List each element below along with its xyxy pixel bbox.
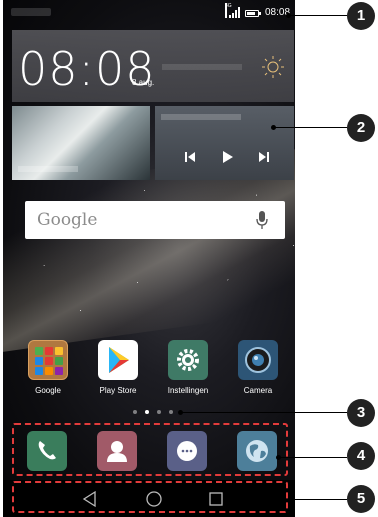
google-folder-icon (28, 340, 68, 380)
music-controls (185, 151, 269, 163)
app-label: Instellingen (167, 386, 209, 395)
sun-icon (262, 56, 284, 78)
clock-location-text (162, 64, 242, 70)
network-type: 4G (225, 3, 232, 18)
signal-icon: 4G (225, 3, 241, 18)
gallery-caption (18, 166, 78, 172)
page-dot[interactable] (145, 410, 149, 414)
play-icon[interactable] (223, 151, 233, 163)
clock-date: 8 aug. (132, 78, 155, 87)
google-search-bar[interactable]: Google (25, 201, 285, 239)
mic-icon[interactable] (255, 210, 269, 230)
previous-icon[interactable] (185, 152, 195, 162)
app-label: Play Store (99, 386, 137, 395)
callout-2: 2 (347, 114, 375, 142)
app-settings[interactable]: Instellingen (153, 340, 223, 395)
battery-icon (245, 10, 261, 17)
clock-weather-widget[interactable]: 08:08 8 aug. (12, 30, 294, 102)
app-play-store[interactable]: Play Store (83, 340, 153, 395)
callout-5: 5 (347, 485, 375, 513)
page-dot[interactable] (133, 410, 137, 414)
app-label: Google (35, 386, 61, 395)
clock-time: 08:08 (18, 42, 156, 96)
callout-line (274, 127, 347, 128)
callout-line (279, 457, 347, 458)
callout-3: 3 (347, 399, 375, 427)
callout-1: 1 (347, 2, 375, 30)
notification-area (11, 8, 51, 16)
google-logo: Google (37, 210, 98, 230)
settings-icon (168, 340, 208, 380)
music-widget[interactable] (155, 106, 294, 180)
app-google-folder[interactable]: Google (13, 340, 83, 395)
app-camera[interactable]: Camera (223, 340, 293, 395)
play-store-icon (98, 340, 138, 380)
callout-4: 4 (347, 442, 375, 470)
page-indicator (133, 410, 183, 416)
app-row: Google Play Store Instellingen Camera (3, 340, 295, 404)
page-dot[interactable] (157, 410, 161, 414)
callout-line (289, 15, 347, 16)
camera-icon (238, 340, 278, 380)
app-label: Camera (243, 386, 273, 395)
page-dot[interactable] (169, 410, 173, 414)
dock-highlight (12, 423, 288, 476)
gallery-widget[interactable] (12, 106, 150, 180)
next-icon[interactable] (259, 152, 269, 162)
nav-bar-highlight (12, 481, 288, 513)
battery-level (247, 12, 255, 15)
callout-line (279, 499, 347, 500)
status-bar: 4G 08:08 (3, 0, 295, 26)
callout-line (181, 412, 347, 413)
music-title (161, 114, 241, 120)
